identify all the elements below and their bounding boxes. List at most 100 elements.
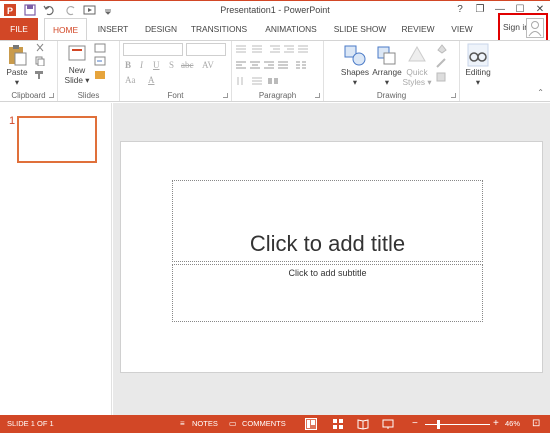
font-name-combobox[interactable] (123, 43, 183, 56)
align-left-icon[interactable] (236, 61, 246, 69)
binoculars-icon (467, 43, 489, 67)
font-dialog-launcher[interactable] (223, 93, 228, 98)
ribbon: Paste ▾ Clipboard New Slide ▾ Slides B I… (0, 40, 550, 102)
title-bar: P Presentation1 - PowerPoint ? ❐ — ☐ ✕ (0, 0, 550, 18)
title-placeholder-text: Click to add title (249, 231, 406, 256)
slide-count-indicator[interactable]: SLIDE 1 OF 1 (7, 415, 54, 433)
drawing-group: Shapes ▾ Arrange ▾ Quick Styles ▾ Drawin… (324, 41, 460, 101)
bold-button[interactable]: B (125, 60, 131, 70)
slides-group: New Slide ▾ Slides (58, 41, 120, 101)
new-slide-label-line1: New (68, 65, 86, 75)
ribbon-tabs: FILE HOME INSERT DESIGN TRANSITIONS ANIM… (0, 18, 550, 41)
paste-button[interactable]: Paste ▾ (4, 43, 30, 87)
shape-effects-icon[interactable] (436, 72, 448, 82)
underline-button[interactable]: U (153, 60, 160, 70)
copy-icon[interactable] (34, 56, 46, 66)
subtitle-placeholder[interactable]: Click to add subtitle (172, 264, 483, 322)
zoom-in-button[interactable]: + (493, 415, 499, 433)
notes-button[interactable]: NOTES (192, 415, 218, 433)
quick-styles-label-line2: Styles ▾ (402, 77, 432, 87)
tab-insert[interactable]: INSERT (93, 18, 133, 40)
slides-group-label: Slides (77, 91, 100, 100)
layout-icon[interactable] (94, 43, 106, 53)
drawing-dialog-launcher[interactable] (451, 93, 456, 98)
paste-dropdown-icon[interactable]: ▾ (4, 77, 30, 87)
help-button[interactable]: ? (450, 1, 470, 18)
subtitle-placeholder-text: Click to add subtitle (288, 268, 367, 278)
decrease-indent-icon[interactable] (270, 45, 280, 53)
normal-view-icon[interactable] (305, 418, 317, 430)
editing-dropdown-icon: ▾ (475, 77, 481, 87)
align-right-icon[interactable] (264, 61, 274, 69)
status-bar: SLIDE 1 OF 1 ≡ NOTES ▭ COMMENTS − + 46% … (0, 415, 550, 433)
format-painter-icon[interactable] (34, 70, 46, 80)
font-size-combobox[interactable] (186, 43, 226, 56)
strikethrough-button[interactable]: abc (181, 60, 194, 70)
slide-sorter-icon[interactable] (332, 418, 344, 430)
collapse-ribbon-icon[interactable]: ⌃ (537, 88, 544, 97)
slide-show-icon[interactable] (382, 418, 394, 430)
shape-fill-icon[interactable] (436, 44, 448, 54)
ribbon-display-options-button[interactable]: ❐ (470, 1, 490, 18)
line-spacing-icon[interactable] (298, 45, 308, 53)
shape-outline-icon[interactable] (436, 58, 448, 68)
new-slide-icon (68, 45, 86, 61)
quick-styles-icon (408, 45, 426, 62)
paste-icon (9, 45, 27, 66)
slide-canvas[interactable]: Click to add title Click to add subtitle (120, 141, 543, 373)
editing-button[interactable]: Editing ▾ (462, 43, 494, 87)
font-color-button[interactable]: A (148, 75, 155, 85)
smartart-icon[interactable] (268, 77, 278, 85)
drawing-group-label: Drawing (376, 91, 407, 100)
numbering-icon[interactable] (252, 45, 262, 53)
reset-icon[interactable] (94, 56, 106, 66)
quick-styles-button[interactable]: Quick Styles ▾ (402, 43, 432, 87)
slide-thumbnail[interactable] (17, 116, 97, 163)
arrange-label: Arrange (372, 67, 402, 77)
zoom-level[interactable]: 46% (505, 415, 520, 433)
justify-icon[interactable] (278, 61, 288, 69)
bullets-icon[interactable] (236, 45, 246, 53)
tab-file[interactable]: FILE (0, 18, 38, 40)
avatar-icon (526, 18, 544, 38)
italic-button[interactable]: I (140, 60, 143, 70)
tab-slide-show[interactable]: SLIDE SHOW (333, 18, 387, 40)
align-center-icon[interactable] (250, 61, 260, 69)
tab-animations[interactable]: ANIMATIONS (262, 18, 320, 40)
zoom-slider-track[interactable] (425, 424, 490, 425)
zoom-out-button[interactable]: − (412, 415, 418, 433)
quick-styles-label-line1: Quick (406, 67, 428, 77)
arrange-button[interactable]: Arrange ▾ (370, 43, 404, 87)
fit-to-window-icon[interactable]: ⊡ (532, 415, 540, 433)
align-text-icon[interactable] (252, 77, 262, 85)
font-group-label: Font (167, 91, 184, 100)
text-shadow-button[interactable]: S (169, 60, 174, 70)
cut-icon[interactable] (34, 43, 46, 53)
paragraph-dialog-launcher[interactable] (315, 93, 320, 98)
columns-icon[interactable] (296, 61, 306, 69)
clipboard-group: Paste ▾ Clipboard (0, 41, 58, 101)
shapes-button[interactable]: Shapes ▾ (338, 43, 372, 87)
zoom-slider-thumb[interactable] (437, 420, 440, 429)
clipboard-dialog-launcher[interactable] (49, 93, 54, 98)
tab-review[interactable]: REVIEW (400, 18, 436, 40)
text-direction-icon[interactable] (236, 77, 246, 85)
reading-view-icon[interactable] (357, 418, 369, 430)
section-icon[interactable] (94, 70, 106, 80)
tab-home[interactable]: HOME (44, 18, 87, 41)
comments-button[interactable]: COMMENTS (242, 415, 286, 433)
character-spacing-button[interactable]: AV (202, 60, 214, 70)
new-slide-label-line2: Slide ▾ (64, 75, 90, 85)
increase-indent-icon[interactable] (284, 45, 294, 53)
shapes-label: Shapes (340, 67, 370, 77)
comments-icon: ▭ (229, 419, 237, 428)
paragraph-group-label: Paragraph (258, 91, 297, 100)
change-case-button[interactable]: Aa (125, 75, 136, 85)
tab-design[interactable]: DESIGN (141, 18, 181, 40)
title-placeholder[interactable]: Click to add title (172, 180, 483, 262)
tab-transitions[interactable]: TRANSITIONS (190, 18, 248, 40)
new-slide-button[interactable]: New Slide ▾ (64, 43, 90, 85)
slide-thumbnail-pane: 1 (0, 103, 112, 415)
sign-in-button[interactable]: Sign in (498, 13, 548, 42)
tab-view[interactable]: VIEW (448, 18, 476, 40)
